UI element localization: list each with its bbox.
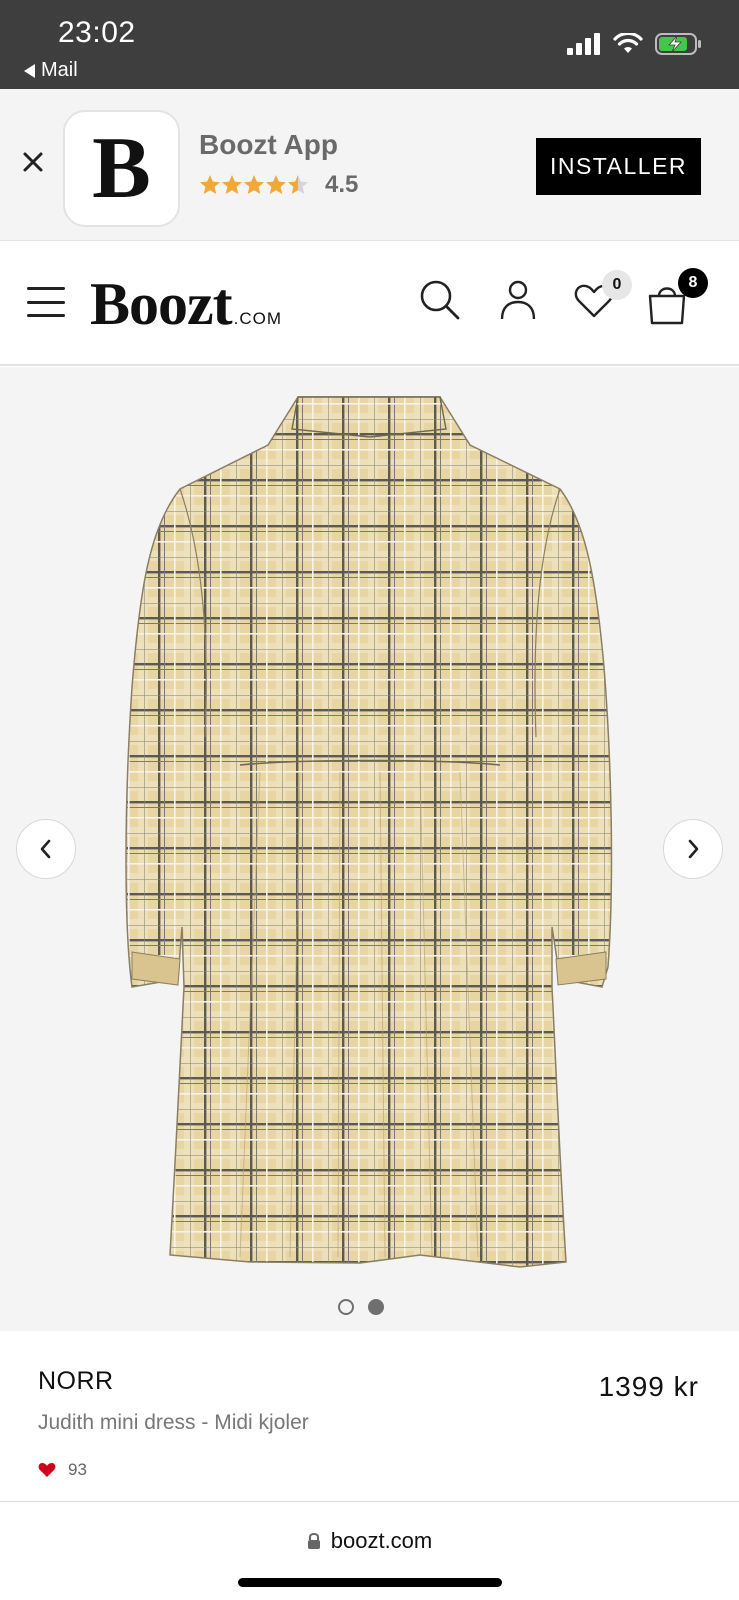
carousel-dot-2[interactable] [368,1299,384,1315]
browser-url-bar: boozt.com [0,1501,739,1600]
site-logo[interactable]: Boozt .COM [90,270,282,339]
battery-charging-icon [655,33,701,55]
likes-count: 93 [68,1460,87,1479]
product-brand[interactable]: NORR [38,1367,114,1396]
product-image[interactable] [0,367,739,1331]
star-rating-icon [200,175,308,194]
chevron-right-icon [688,839,699,859]
status-time: 23:02 [58,16,136,49]
cart-button[interactable]: 8 [646,268,710,330]
close-icon [23,152,43,172]
logo-suffix: .COM [233,309,283,328]
product-price: 1399 kr [598,1371,699,1402]
previous-image-button[interactable] [16,819,76,879]
menu-icon[interactable] [27,287,65,317]
rating-value: 4.5 [325,171,359,198]
next-image-button[interactable] [663,819,723,879]
cellular-signal-icon [567,33,600,55]
search-icon[interactable] [417,277,463,323]
back-arrow-icon [24,63,35,78]
product-info: NORR 1399 kr Judith mini dress - Midi kj… [0,1331,739,1501]
status-icons [567,32,703,56]
carousel-dots [338,1299,384,1315]
url-display[interactable]: boozt.com [0,1528,739,1554]
app-install-banner: B Boozt App 4.5 INSTALLER [0,89,739,241]
app-logo-letter: B [92,119,151,217]
app-logo: B [63,110,180,227]
lock-icon [307,1533,320,1549]
likes[interactable]: 93 [38,1460,87,1480]
heart-filled-icon [38,1462,56,1477]
status-bar: 23:02 Mail [0,0,739,89]
site-header: Boozt .COM 0 8 [0,242,739,366]
product-name: Judith mini dress - Midi kjoler [38,1411,309,1434]
url-text: boozt.com [330,1528,433,1553]
back-app-label: Mail [41,59,78,81]
back-to-mail[interactable]: Mail [24,59,78,82]
app-name: Boozt App [199,129,338,160]
cart-count-badge: 8 [678,268,708,298]
app-rating: 4.5 [199,171,358,199]
wifi-icon [613,33,643,53]
home-indicator[interactable] [238,1578,502,1587]
banner-close-button[interactable] [18,147,48,177]
logo-main: Boozt [90,271,233,337]
product-gallery[interactable] [0,367,739,1331]
wishlist-count-badge: 0 [602,270,632,300]
wishlist-button[interactable]: 0 [570,270,632,328]
chevron-left-icon [40,839,51,859]
carousel-dot-1[interactable] [338,1299,354,1315]
account-icon[interactable] [495,277,541,323]
install-button[interactable]: INSTALLER [536,138,701,195]
